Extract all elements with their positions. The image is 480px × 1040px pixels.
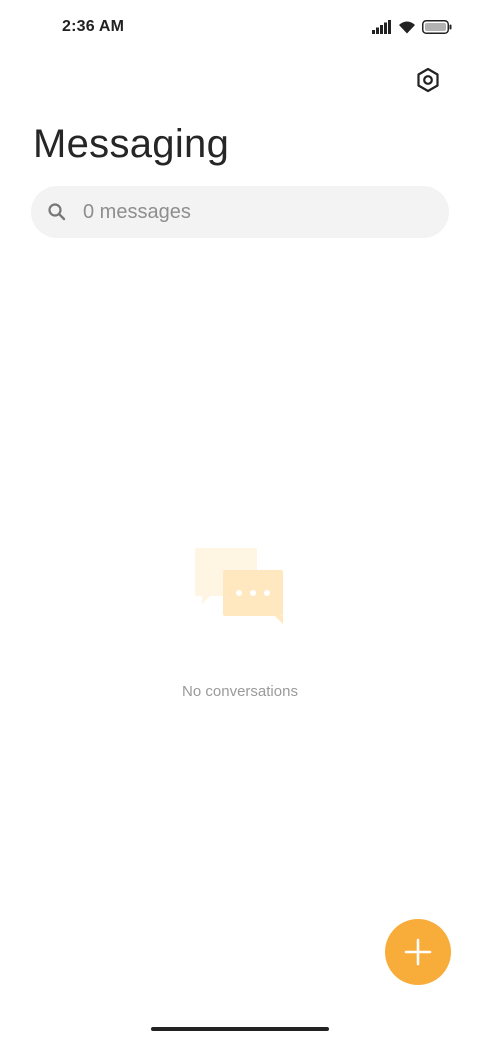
search-input[interactable]	[83, 200, 403, 224]
settings-icon	[417, 67, 439, 93]
messaging-screen: 2:36 AM Messaging 0 messages No conversa…	[0, 0, 480, 1040]
wifi-icon	[399, 21, 415, 34]
plus-icon	[404, 938, 432, 966]
settings-button[interactable]	[410, 62, 446, 98]
status-bar: 2:36 AM	[0, 0, 480, 56]
status-icons	[372, 18, 452, 36]
empty-state-message: No conversations	[182, 683, 298, 700]
search-icon	[47, 202, 67, 222]
page-title: Messaging	[33, 122, 230, 166]
status-time: 2:36 AM	[62, 18, 125, 35]
search-bar[interactable]	[31, 186, 449, 238]
signal-icon	[372, 20, 391, 34]
chat-bubbles-icon	[195, 548, 283, 624]
new-message-button[interactable]	[385, 919, 451, 985]
battery-icon	[422, 20, 452, 34]
home-indicator[interactable]	[151, 1027, 329, 1031]
